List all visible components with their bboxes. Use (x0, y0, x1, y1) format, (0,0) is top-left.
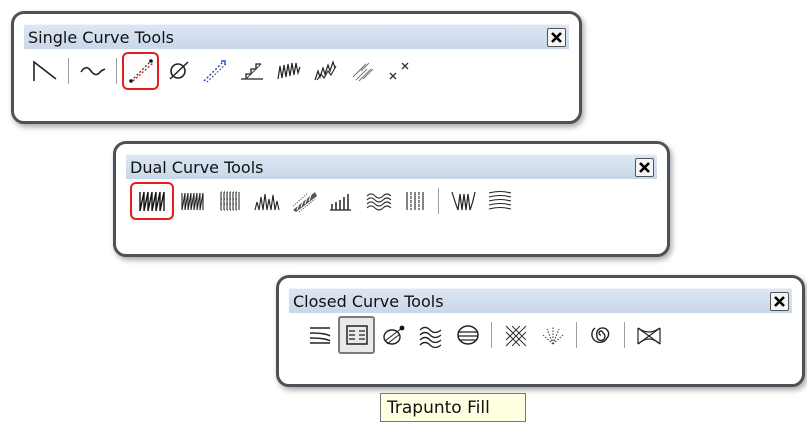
satin-narrow-icon[interactable] (174, 182, 211, 220)
web-fill-icon[interactable] (630, 316, 667, 354)
single-curve-tools-palette: Single Curve Tools (11, 11, 582, 124)
wave-line-icon[interactable] (74, 52, 111, 90)
spiral-fill-icon[interactable] (582, 316, 619, 354)
separator (116, 58, 117, 84)
satin-blocks-icon[interactable] (211, 182, 248, 220)
close-icon[interactable] (770, 291, 789, 311)
separator (576, 322, 577, 348)
radial-fill-icon[interactable] (534, 316, 571, 354)
diagonal-dotted-red-icon[interactable] (122, 52, 159, 90)
curved-stripes-icon[interactable] (481, 182, 518, 220)
tooltip: Trapunto Fill (380, 393, 526, 422)
sawtooth-wave-icon[interactable] (270, 52, 307, 90)
cross-marks-icon[interactable] (381, 52, 418, 90)
hatch-diagonal-icon[interactable] (344, 52, 381, 90)
vertical-columns-icon[interactable] (396, 182, 433, 220)
closed-curve-tools-palette: Closed Curve Tools (276, 275, 805, 387)
line-fill-icon[interactable] (301, 316, 338, 354)
dual-curve-tools-palette: Dual Curve Tools (113, 141, 670, 257)
closed-curve-title: Closed Curve Tools (293, 291, 444, 311)
single-curve-toolbar (24, 49, 569, 93)
satin-uneven-icon[interactable] (248, 182, 285, 220)
zigzag-steps-icon[interactable] (233, 52, 270, 90)
satin-diagonal-fill-icon[interactable] (285, 182, 322, 220)
satin-zigzag-icon[interactable] (130, 182, 174, 220)
closed-curve-titlebar[interactable]: Closed Curve Tools (289, 288, 792, 313)
satin-bars-icon[interactable] (322, 182, 359, 220)
closed-curve-toolbar (289, 313, 792, 357)
diagonal-dotted-blue-icon[interactable] (196, 52, 233, 90)
dual-curve-titlebar[interactable]: Dual Curve Tools (126, 154, 657, 179)
single-curve-titlebar[interactable]: Single Curve Tools (24, 24, 569, 49)
wave-fill-icon[interactable] (412, 316, 449, 354)
separator (68, 58, 69, 84)
curved-satin-icon[interactable] (444, 182, 481, 220)
polyline-corner-icon[interactable] (26, 52, 63, 90)
circle-fill-icon[interactable] (375, 316, 412, 354)
dual-curve-title: Dual Curve Tools (130, 157, 264, 177)
crosshatch-fill-icon[interactable] (497, 316, 534, 354)
tooltip-text: Trapunto Fill (387, 397, 490, 418)
ring-fill-icon[interactable] (449, 316, 486, 354)
trapunto-fill-icon[interactable] (338, 316, 375, 354)
wave-bands-icon[interactable] (359, 182, 396, 220)
close-icon[interactable] (635, 157, 654, 177)
dual-curve-toolbar (126, 179, 657, 223)
close-icon[interactable] (547, 27, 566, 47)
separator (438, 188, 439, 214)
arrow-zigzag-icon[interactable] (307, 52, 344, 90)
single-curve-title: Single Curve Tools (28, 27, 174, 47)
separator (624, 322, 625, 348)
circle-slash-icon[interactable] (159, 52, 196, 90)
separator (491, 322, 492, 348)
